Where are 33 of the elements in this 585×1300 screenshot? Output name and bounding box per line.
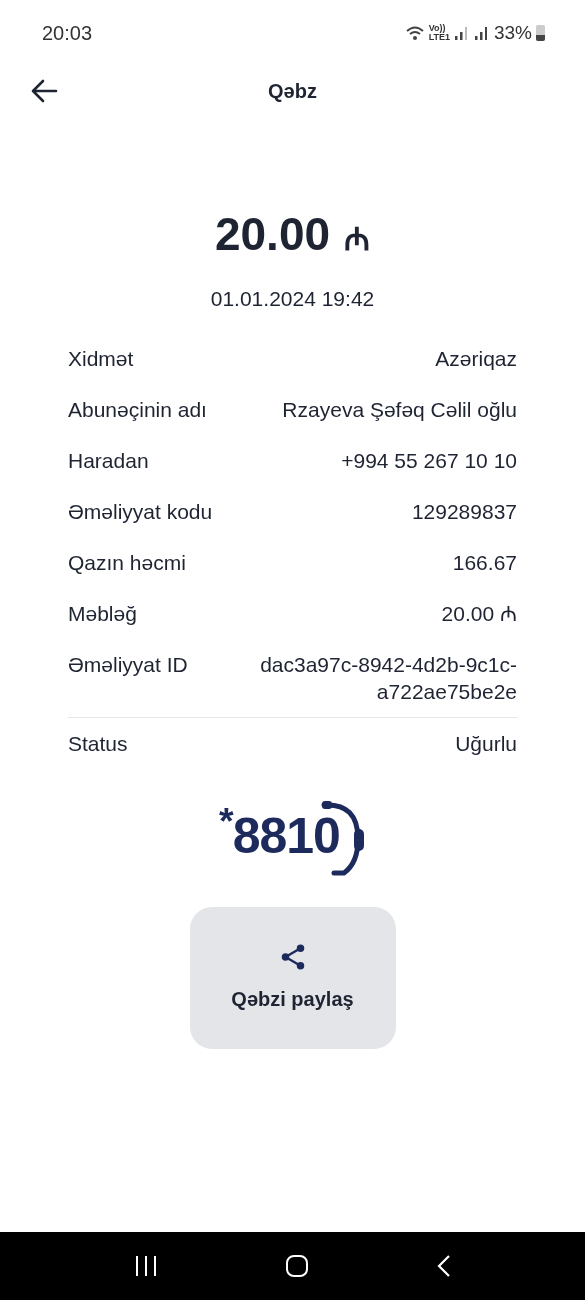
- transaction-datetime: 01.01.2024 19:42: [210, 286, 375, 312]
- detail-value: +994 55 267 10 10: [341, 447, 517, 474]
- home-icon[interactable]: [284, 1254, 309, 1278]
- detail-value: dac3a97c-8942-4d2b-9c1c-a722ae75be2e: [259, 651, 517, 705]
- detail-label: Əməliyyat ID: [68, 651, 188, 678]
- wifi-icon: [404, 25, 425, 41]
- page-title: Qəbz: [268, 79, 317, 104]
- volte-label: Vo)): [428, 24, 446, 33]
- battery-percent: 33%: [493, 20, 532, 45]
- share-button[interactable]: Qəbzi paylaş: [189, 906, 396, 1049]
- logo: $^{*}$8810: [219, 796, 366, 877]
- detail-value: 166.67: [452, 549, 517, 576]
- status-time: 20:03: [42, 21, 93, 46]
- detail-label: Status: [68, 730, 128, 757]
- currency-sign: ₼: [344, 219, 371, 260]
- detail-value: Azəriqaz: [435, 345, 517, 372]
- back-icon[interactable]: [435, 1254, 452, 1278]
- detail-label: Məbləğ: [68, 600, 137, 627]
- signal-icon: [473, 25, 490, 41]
- detail-label: Əməliyyat kodu: [68, 498, 213, 525]
- detail-label: Abunəçinin adı: [68, 396, 207, 423]
- recent-apps-icon[interactable]: [133, 1255, 158, 1277]
- battery-icon: [536, 25, 545, 41]
- detail-label: Xidmət: [68, 345, 134, 372]
- detail-label: Haradan: [68, 447, 149, 474]
- lte-label: LTE1: [428, 33, 450, 42]
- amount-value: 20.00: [214, 207, 331, 262]
- signal-icon: [453, 25, 470, 41]
- detail-value: Rzayeva Şəfəq Cəlil oğlu: [282, 396, 517, 423]
- detail-value: 129289837: [411, 498, 517, 525]
- detail-value: Uğurlu: [455, 730, 517, 757]
- detail-label: Qazın həcmi: [68, 549, 186, 576]
- detail-value: 20.00 ₼: [441, 600, 517, 627]
